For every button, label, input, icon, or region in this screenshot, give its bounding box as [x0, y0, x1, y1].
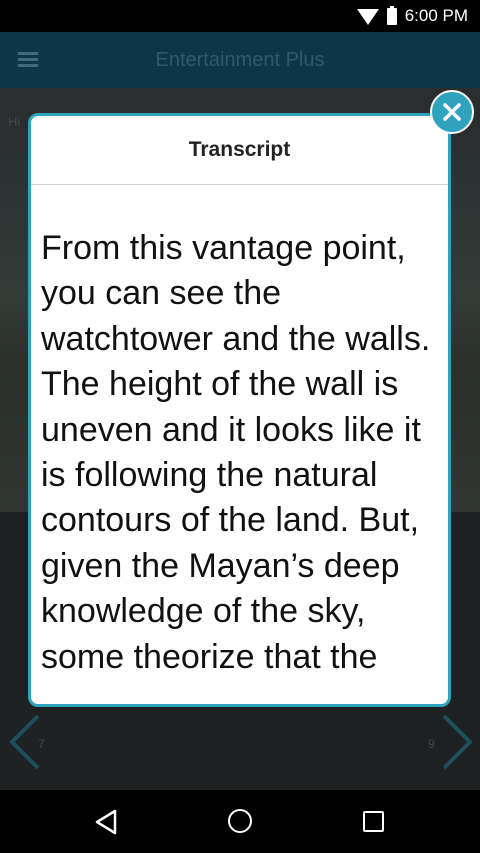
- wifi-icon: [356, 9, 379, 25]
- close-icon: [443, 103, 461, 121]
- status-bar: 6:00 PM: [0, 0, 480, 32]
- home-icon[interactable]: [228, 809, 252, 833]
- dialog-divider: [31, 184, 448, 185]
- breadcrumb: Hi: [8, 114, 21, 129]
- close-button[interactable]: [430, 90, 474, 134]
- next-page-icon[interactable]: [436, 712, 476, 772]
- app-title: Entertainment Plus: [155, 49, 325, 71]
- status-time: 6:00 PM: [404, 6, 468, 25]
- previous-page-number: 7: [38, 737, 45, 751]
- transcript-dialog: Transcript From this vantage point, you …: [28, 113, 451, 707]
- back-icon[interactable]: [94, 809, 118, 835]
- next-page-number: 9: [428, 737, 435, 751]
- dialog-title: Transcript: [188, 138, 291, 161]
- battery-icon: [386, 5, 397, 25]
- recent-apps-icon[interactable]: [363, 811, 384, 832]
- transcript-text: From this vantage point, you can see the…: [41, 229, 431, 676]
- app-bar: Entertainment Plus: [0, 32, 480, 88]
